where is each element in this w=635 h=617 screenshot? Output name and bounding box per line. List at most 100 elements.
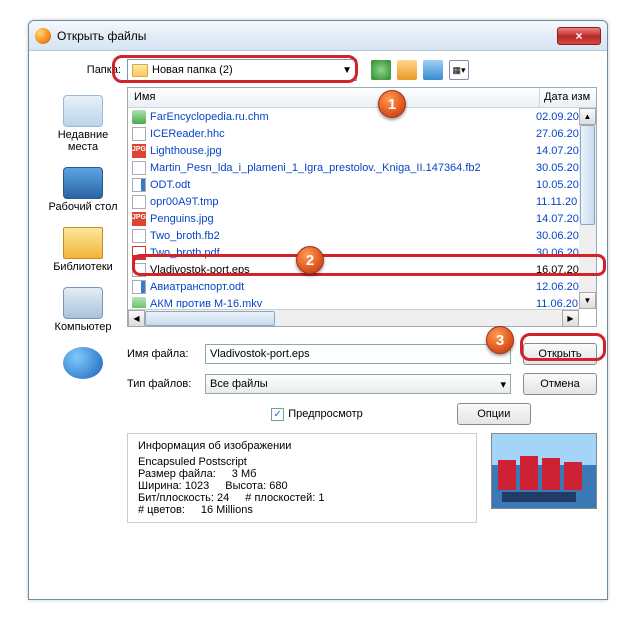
window-title: Открыть файлы <box>57 29 557 43</box>
file-row[interactable]: JPGPenguins.jpg14.07.20 <box>128 210 596 227</box>
vertical-scrollbar[interactable]: ▲ ▼ <box>579 108 596 309</box>
places-sidebar: Недавние места Рабочий стол Библиотеки К… <box>39 87 127 523</box>
cancel-button[interactable]: Отмена <box>523 373 597 395</box>
file-row[interactable]: opr00A9T.tmp11.11.20 <box>128 193 596 210</box>
scroll-up-icon[interactable]: ▲ <box>579 108 596 125</box>
file-row[interactable]: Авиатранспорт.odt12.06.20 <box>128 278 596 295</box>
back-icon[interactable] <box>371 60 391 80</box>
open-button[interactable]: Открыть <box>523 343 597 365</box>
file-row[interactable]: Two_broth.pdf30.06.20 <box>128 244 596 261</box>
sidebar-item-recent[interactable]: Недавние места <box>43 95 123 153</box>
folder-icon <box>132 64 148 77</box>
file-row[interactable]: ICEReader.hhc27.06.20 <box>128 125 596 142</box>
sidebar-item-label: Рабочий стол <box>48 201 117 213</box>
preview-checkbox[interactable]: ✓ <box>271 408 284 421</box>
file-type-icon <box>132 229 146 243</box>
folder-toolbar: ▦▾ <box>371 60 469 80</box>
recent-places-icon <box>63 95 103 127</box>
file-type-icon <box>132 110 146 124</box>
filetype-combo[interactable]: Все файлы ▾ <box>205 374 511 394</box>
folder-name: Новая папка (2) <box>152 64 342 76</box>
vscroll-thumb[interactable] <box>580 125 595 225</box>
info-title: Информация об изображении <box>138 440 466 452</box>
info-colors-lbl: # цветов: <box>138 504 185 516</box>
hscroll-thumb[interactable] <box>145 311 275 326</box>
file-name: Martin_Pesn_lda_i_plameni_1_Igra_prestol… <box>132 161 536 175</box>
col-name[interactable]: Имя <box>128 88 540 107</box>
vscroll-track[interactable] <box>579 125 596 292</box>
scroll-down-icon[interactable]: ▼ <box>579 292 596 309</box>
list-body[interactable]: FarEncyclopedia.ru.chm02.09.20ICEReader.… <box>128 108 596 308</box>
file-type-icon <box>132 246 146 260</box>
chevron-down-icon: ▾ <box>500 378 506 391</box>
scroll-left-icon[interactable]: ◀ <box>128 310 145 327</box>
info-format: Encapsuled Postscript <box>138 456 466 468</box>
file-name: JPGLighthouse.jpg <box>132 144 536 158</box>
file-name: ODT.odt <box>132 178 536 192</box>
file-row[interactable]: Two_broth.fb230.06.20 <box>128 227 596 244</box>
up-folder-icon[interactable] <box>397 60 417 80</box>
file-name: JPGPenguins.jpg <box>132 212 536 226</box>
list-header: Имя Дата изм <box>128 88 596 108</box>
file-type-icon: JPG <box>132 144 146 158</box>
file-row[interactable]: FarEncyclopedia.ru.chm02.09.20 <box>128 108 596 125</box>
chevron-down-icon: ▼ <box>342 65 352 76</box>
sidebar-item-label: Недавние места <box>43 129 123 153</box>
file-type-icon <box>132 263 146 277</box>
new-folder-icon[interactable] <box>423 60 443 80</box>
file-name: Two_broth.pdf <box>132 246 536 260</box>
sidebar-item-computer[interactable]: Компьютер <box>43 287 123 333</box>
file-name: Авиатранспорт.odt <box>132 280 536 294</box>
info-w-lbl: Ширина: <box>138 480 182 492</box>
fields: Имя файла: Открыть Тип файлов: Все файлы… <box>127 343 597 433</box>
file-row[interactable]: АКМ против М-16.mkv11.06.20 <box>128 295 596 308</box>
file-type-icon <box>132 178 146 192</box>
filetype-row: Тип файлов: Все файлы ▾ Отмена <box>127 373 597 395</box>
info-colors: 16 Millions <box>201 504 253 516</box>
network-icon <box>63 347 103 379</box>
open-file-dialog: Открыть файлы × Папка: Новая папка (2) ▼… <box>28 20 608 600</box>
titlebar: Открыть файлы × <box>29 21 607 51</box>
image-info-frame: Информация об изображении Encapsuled Pos… <box>127 433 477 523</box>
preview-label: Предпросмотр <box>288 408 363 420</box>
filename-input[interactable] <box>205 344 511 364</box>
filename-label: Имя файла: <box>127 348 205 360</box>
file-row[interactable]: Martin_Pesn_lda_i_plameni_1_Igra_prestol… <box>128 159 596 176</box>
view-menu-button[interactable]: ▦▾ <box>449 60 469 80</box>
file-area: Имя Дата изм FarEncyclopedia.ru.chm02.09… <box>127 87 597 523</box>
sidebar-item-network[interactable] <box>43 347 123 381</box>
file-row[interactable]: Vladivostok-port.eps16.07.20 <box>128 261 596 278</box>
computer-icon <box>63 287 103 319</box>
main-area: Недавние места Рабочий стол Библиотеки К… <box>39 87 597 523</box>
libraries-icon <box>63 227 103 259</box>
filename-row: Имя файла: Открыть <box>127 343 597 365</box>
col-date[interactable]: Дата изм <box>540 88 596 107</box>
folder-row: Папка: Новая папка (2) ▼ ▦▾ <box>39 59 597 81</box>
preview-row: ✓ Предпросмотр Опции <box>205 403 597 425</box>
file-name: FarEncyclopedia.ru.chm <box>132 110 536 124</box>
filetype-value: Все файлы <box>210 378 268 390</box>
info-bpp-lbl: Бит/плоскость: <box>138 492 214 504</box>
file-name: АКМ против М-16.mkv <box>132 297 536 309</box>
sidebar-item-libraries[interactable]: Библиотеки <box>43 227 123 273</box>
hscroll-track[interactable] <box>145 310 562 327</box>
file-type-icon <box>132 127 146 141</box>
filetype-label: Тип файлов: <box>127 378 205 390</box>
close-button[interactable]: × <box>557 27 601 45</box>
badge-2: 2 <box>296 246 324 274</box>
info-h: 680 <box>269 480 287 492</box>
file-row[interactable]: ODT.odt10.05.20 <box>128 176 596 193</box>
options-button[interactable]: Опции <box>457 403 531 425</box>
info-size-lbl: Размер файла: <box>138 468 216 480</box>
file-name: Two_broth.fb2 <box>132 229 536 243</box>
info-h-lbl: Высота: <box>225 480 266 492</box>
sidebar-item-desktop[interactable]: Рабочий стол <box>43 167 123 213</box>
file-name: opr00A9T.tmp <box>132 195 536 209</box>
desktop-icon <box>63 167 103 199</box>
scroll-right-icon[interactable]: ▶ <box>562 310 579 327</box>
sidebar-item-label: Библиотеки <box>53 261 113 273</box>
file-row[interactable]: JPGLighthouse.jpg14.07.20 <box>128 142 596 159</box>
horizontal-scrollbar[interactable]: ◀ ▶ <box>128 309 579 326</box>
folder-combo[interactable]: Новая папка (2) ▼ <box>127 59 357 81</box>
file-name: Vladivostok-port.eps <box>132 263 536 277</box>
